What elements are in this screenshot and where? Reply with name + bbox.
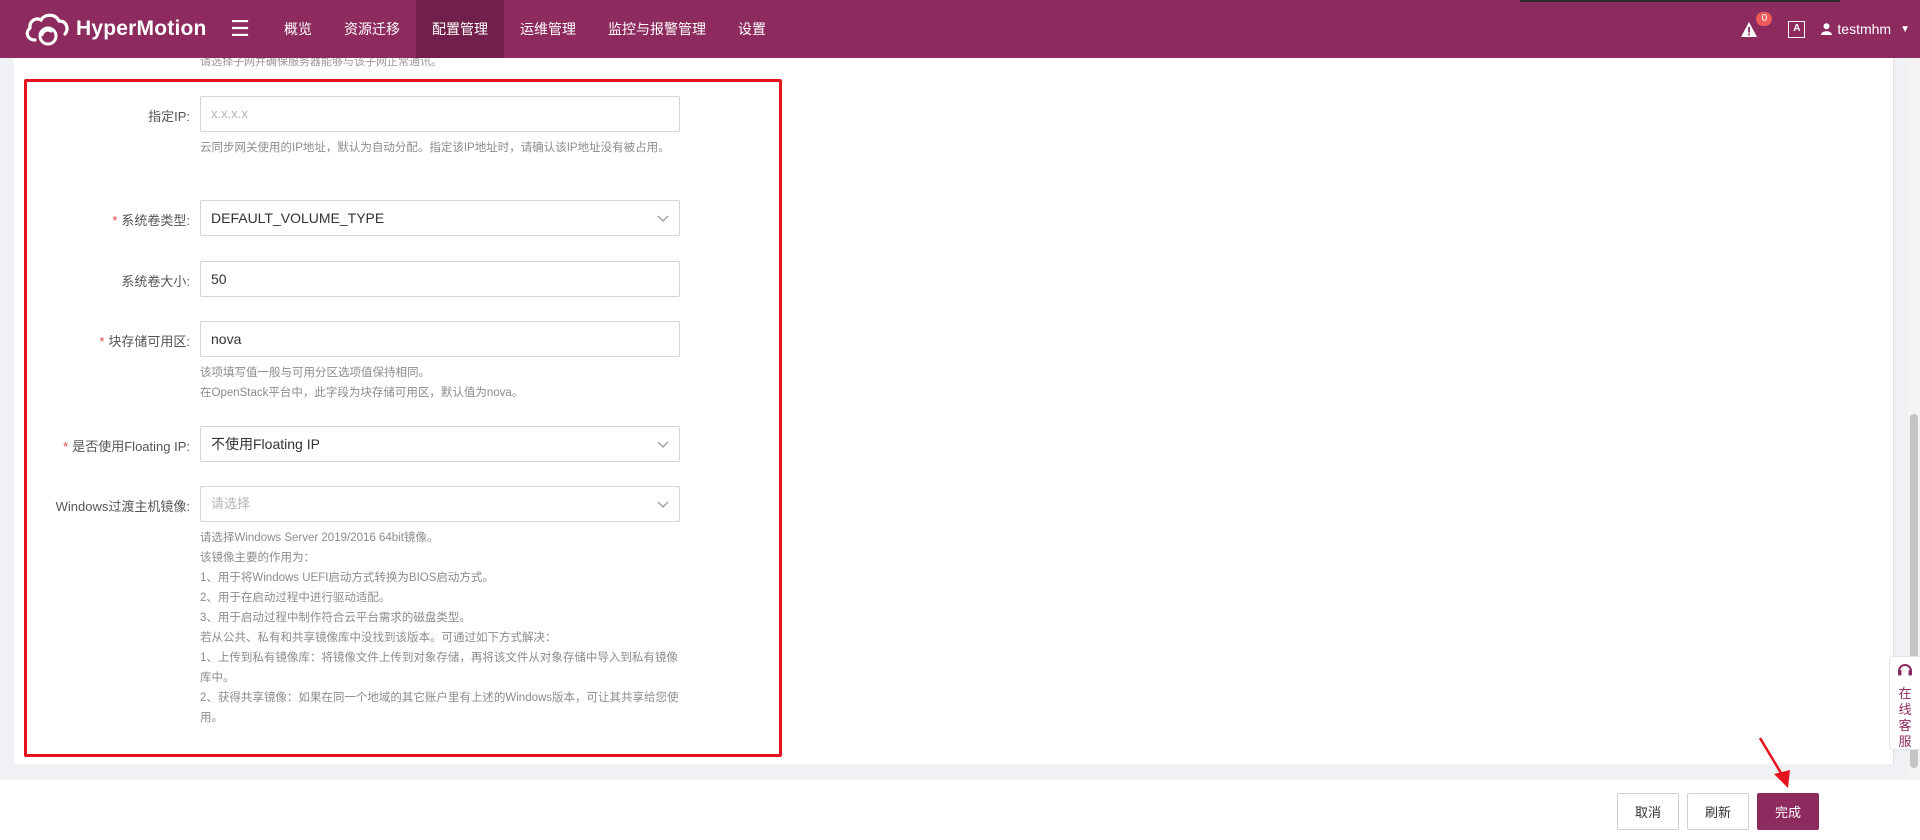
help-line: 1、用于将Windows UEFI启动方式转换为BIOS启动方式。 (200, 572, 494, 584)
system-volume-type-label-text: 系统卷类型: (121, 213, 190, 228)
user-menu[interactable]: testmhm ▼ (1821, 21, 1910, 37)
nav-item-ops[interactable]: 运维管理 (504, 0, 592, 58)
nav-item-monitoring[interactable]: 监控与报警管理 (592, 0, 722, 58)
system-volume-type-value: DEFAULT_VOLUME_TYPE (211, 210, 385, 226)
windows-image-select[interactable]: 请选择 (200, 486, 680, 522)
nav-item-config[interactable]: 配置管理 (416, 0, 504, 58)
floating-ip-label-text: 是否使用Floating IP: (72, 439, 190, 454)
system-volume-size-label-text: 系统卷大小: (121, 274, 190, 289)
system-volume-type-label: * 系统卷类型: (20, 210, 190, 229)
help-line: 在OpenStack平台中，此字段为块存储可用区，默认值为nova。 (200, 387, 524, 399)
nav-item-migration[interactable]: 资源迁移 (328, 0, 416, 58)
chevron-down-icon (657, 441, 669, 448)
help-line: 该镜像主要的作用为： (200, 552, 315, 564)
windows-image-label-text: Windows过渡主机镜像: (55, 499, 190, 514)
help-line: 该项填写值一般与可用分区选项值保持相同。 (200, 367, 430, 379)
subnet-help-text: 请选择子网并确保服务器能够与该子网正常通讯。 (200, 58, 442, 68)
alert-count-badge: 0 (1756, 12, 1773, 26)
floating-ip-value: 不使用Floating IP (211, 436, 320, 452)
top-navbar: HyperMotion ☰ 概览 资源迁移 配置管理 运维管理 监控与报警管理 … (0, 0, 1920, 58)
windows-image-label: Windows过渡主机镜像: (20, 496, 190, 515)
system-volume-type-select[interactable]: DEFAULT_VOLUME_TYPE (200, 200, 680, 236)
floating-ip-select[interactable]: 不使用Floating IP (200, 426, 680, 462)
hamburger-menu-icon[interactable]: ☰ (220, 16, 260, 42)
block-storage-zone-label: * 块存储可用区: (20, 331, 190, 350)
system-volume-size-label: 系统卷大小: (20, 271, 190, 290)
required-mark: * (63, 439, 69, 454)
cancel-button[interactable]: 取消 (1617, 793, 1679, 830)
alert-button[interactable]: 0 (1740, 12, 1773, 40)
system-volume-size-input[interactable]: 50 (200, 261, 680, 297)
chevron-down-icon: ▼ (1900, 23, 1910, 35)
block-storage-zone-label-text: 块存储可用区: (108, 334, 190, 349)
help-line: 3、用于启动过程中制作符合云平台需求的磁盘类型。 (200, 612, 471, 624)
online-service-tab[interactable]: 在线客服 (1889, 656, 1920, 750)
required-mark: * (112, 213, 118, 228)
cloud-logo-icon (25, 13, 69, 46)
specified-ip-input[interactable]: x.x.x.x (200, 96, 680, 132)
help-line: 请选择Windows Server 2019/2016 64bit镜像。 (200, 532, 439, 544)
user-icon (1821, 23, 1833, 35)
specified-ip-help: 云同步网关使用的IP地址，默认为自动分配。指定该IP地址时，请确认该IP地址没有… (200, 142, 670, 154)
warning-icon (1741, 22, 1758, 37)
specified-ip-label: 指定IP: (20, 106, 190, 125)
windows-image-placeholder: 请选择 (211, 496, 251, 511)
online-service-label: 在线客服 (1898, 686, 1912, 749)
red-arrow-annotation (1758, 737, 1790, 788)
app-name: HyperMotion (76, 17, 207, 40)
nav-item-settings[interactable]: 设置 (722, 0, 782, 58)
specified-ip-label-text: 指定IP: (148, 109, 190, 124)
block-storage-zone-help: 该项填写值一般与可用分区选项值保持相同。 在OpenStack平台中，此字段为块… (200, 363, 680, 403)
help-line: 1、上传到私有镜像库：将镜像文件上传到对象存储，再将该文件从对象存储中导入到私有… (200, 652, 678, 684)
language-icon[interactable]: A (1788, 20, 1806, 38)
required-mark: * (99, 334, 105, 349)
main-nav: 概览 资源迁移 配置管理 运维管理 监控与报警管理 设置 (268, 0, 782, 58)
top-edge-strip (1520, 0, 1840, 2)
finish-button[interactable]: 完成 (1757, 793, 1819, 830)
block-storage-zone-input[interactable]: nova (200, 321, 680, 357)
help-line: 2、用于在启动过程中进行驱动适配。 (200, 592, 391, 604)
nav-item-overview[interactable]: 概览 (268, 0, 328, 58)
help-line: 若从公共、私有和共享镜像库中没找到该版本。可通过如下方式解决： (200, 632, 557, 644)
windows-image-help: 请选择Windows Server 2019/2016 64bit镜像。 该镜像… (200, 528, 680, 728)
help-line: 2、获得共享镜像：如果在同一个地域的其它账户里有上述的Windows版本，可让其… (200, 692, 679, 724)
headset-icon (1898, 664, 1912, 676)
floating-ip-label: * 是否使用Floating IP: (20, 436, 190, 455)
app-logo[interactable]: HyperMotion (22, 10, 220, 48)
chevron-down-icon (657, 215, 669, 222)
refresh-button[interactable]: 刷新 (1687, 793, 1749, 830)
header-actions: 0 A testmhm ▼ (1740, 0, 1920, 58)
chevron-down-icon (657, 501, 669, 508)
username: testmhm (1837, 21, 1892, 37)
